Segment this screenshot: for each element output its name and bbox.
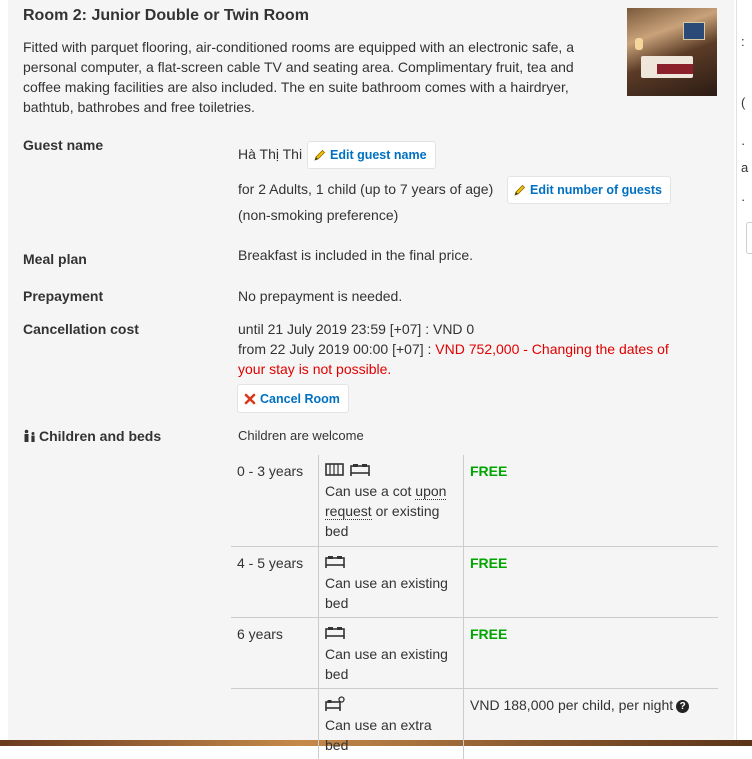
bed-option-text: Can use an existing bbox=[325, 574, 448, 591]
bed-option-text: bed bbox=[325, 523, 349, 539]
free-badge: FREE bbox=[470, 554, 508, 571]
children-beds-label: Children and beds bbox=[39, 428, 162, 444]
pencil-icon bbox=[514, 184, 526, 196]
age-range: 0 - 3 years bbox=[237, 463, 304, 479]
table-row: 0 - 3 years Can use a cot upon request o… bbox=[231, 455, 718, 546]
bed-option: Can use a cot upon request or existing b… bbox=[318, 455, 464, 546]
guest-name-label: Guest name bbox=[23, 137, 104, 153]
child-price: FREE bbox=[463, 616, 718, 688]
bed-icon bbox=[325, 555, 345, 568]
guest-occupancy: for 2 Adults, 1 child (up to 7 years of … bbox=[238, 181, 494, 197]
bed-option-text: Can use an existing bbox=[325, 645, 448, 662]
table-row: Can use an extra bed VND 188,000 per chi… bbox=[231, 687, 718, 759]
age-range: 6 years bbox=[231, 616, 319, 688]
edit-number-of-guests-label: Edit number of guests bbox=[530, 183, 662, 197]
children-welcome: Children are welcome bbox=[238, 428, 364, 443]
children-beds-heading: Children and beds bbox=[23, 428, 161, 444]
edit-guest-name-button[interactable]: Edit guest name bbox=[307, 141, 436, 169]
room-photo[interactable] bbox=[627, 8, 717, 96]
sidebar-fragment: · bbox=[741, 136, 746, 151]
sidebar-fragment: a bbox=[741, 160, 749, 175]
age-range: 4 - 5 years bbox=[231, 545, 319, 617]
table-row: 4 - 5 years Can use an existing bed FREE bbox=[231, 545, 718, 617]
guest-name: Hà Thị Thi bbox=[238, 146, 303, 162]
question-icon[interactable]: ? bbox=[676, 699, 690, 713]
cot-icon bbox=[325, 463, 344, 476]
bed-option-text: Can use an extra bed bbox=[325, 716, 432, 753]
cancellation-date-from: from 22 July 2019 00:00 [+07] : bbox=[238, 341, 436, 357]
upon-request-tooltip[interactable]: upon bbox=[415, 483, 447, 500]
child-price: FREE bbox=[464, 455, 719, 546]
sidebar-fragment: · bbox=[741, 192, 746, 207]
children-bed-table: 0 - 3 years Can use a cot upon request o… bbox=[231, 455, 718, 759]
cancellation-fee-warning-cont: your stay is not possible. bbox=[238, 361, 392, 377]
cancel-room-button[interactable]: Cancel Room bbox=[237, 384, 349, 413]
pencil-icon bbox=[314, 149, 326, 161]
bed-option: Can use an extra bed bbox=[318, 687, 464, 759]
room-title: Room 2: Junior Double or Twin Room bbox=[23, 7, 309, 24]
cancellation-line-1: until 21 July 2019 23:59 [+07] : VND 0 bbox=[238, 321, 475, 337]
room-description: Fitted with parquet flooring, air-condit… bbox=[23, 39, 574, 115]
meal-plan-label: Meal plan bbox=[23, 251, 87, 267]
smoking-preference: (non-smoking preference) bbox=[238, 207, 399, 223]
child-price: VND 188,000 per child, per night? bbox=[463, 687, 718, 759]
bed-option-text: or existing bbox=[371, 503, 440, 519]
prepayment-label: Prepayment bbox=[23, 288, 104, 304]
cancellation-line-2: from 22 July 2019 00:00 [+07] : VND 752,… bbox=[238, 339, 669, 359]
free-badge: FREE bbox=[470, 463, 508, 479]
cross-icon bbox=[244, 393, 256, 404]
bed-icon bbox=[325, 626, 345, 639]
bed-option: Can use an existing bed bbox=[318, 616, 464, 688]
free-badge: FREE bbox=[470, 625, 508, 642]
bed-option: Can use an existing bed bbox=[318, 545, 464, 617]
bed-option-text: bed bbox=[325, 665, 349, 682]
child-price: FREE bbox=[463, 545, 718, 617]
age-range bbox=[231, 687, 319, 759]
extra-bed-icon bbox=[325, 695, 345, 711]
family-icon bbox=[24, 429, 35, 442]
sidebar-fragment: ( bbox=[741, 95, 746, 110]
sidebar-button-edge[interactable] bbox=[746, 222, 752, 254]
bed-option-text: bed bbox=[325, 594, 349, 611]
extra-bed-price: VND 188,000 per child, per night bbox=[470, 696, 674, 713]
meal-plan-value: Breakfast is included in the final price… bbox=[238, 247, 474, 263]
bed-option-text: Can use a cot bbox=[325, 483, 416, 499]
cancellation-fee-warning: VND 752,000 - Changing the dates of bbox=[435, 341, 669, 357]
bed-icon bbox=[350, 464, 370, 476]
upon-request-tooltip[interactable]: request bbox=[325, 503, 372, 520]
right-sidebar-edge: : ( · a · bbox=[736, 0, 752, 740]
cancel-room-label: Cancel Room bbox=[260, 391, 340, 406]
cancellation-cost-label: Cancellation cost bbox=[23, 321, 139, 337]
edit-number-of-guests-button[interactable]: Edit number of guests bbox=[507, 176, 671, 204]
prepayment-value: No prepayment is needed. bbox=[238, 288, 403, 304]
sidebar-fragment: : bbox=[741, 34, 745, 49]
table-row: 6 years Can use an existing bed FREE bbox=[231, 616, 718, 688]
edit-guest-name-label: Edit guest name bbox=[330, 148, 427, 162]
